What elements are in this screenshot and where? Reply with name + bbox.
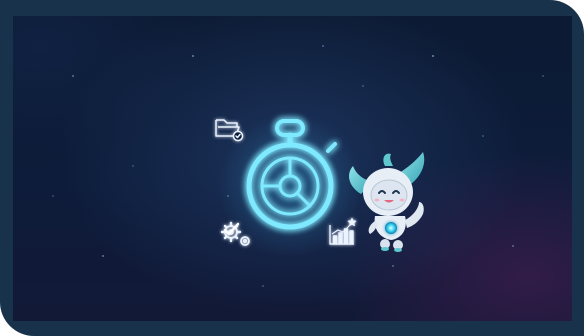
illustration-canvas xyxy=(52,45,544,287)
hero-illustration xyxy=(13,16,572,321)
screen-frame xyxy=(0,0,584,336)
folder-check-icon xyxy=(215,119,244,142)
robot-face xyxy=(370,179,408,211)
robot-chest-light xyxy=(385,222,397,234)
robot-mascot xyxy=(349,152,425,252)
